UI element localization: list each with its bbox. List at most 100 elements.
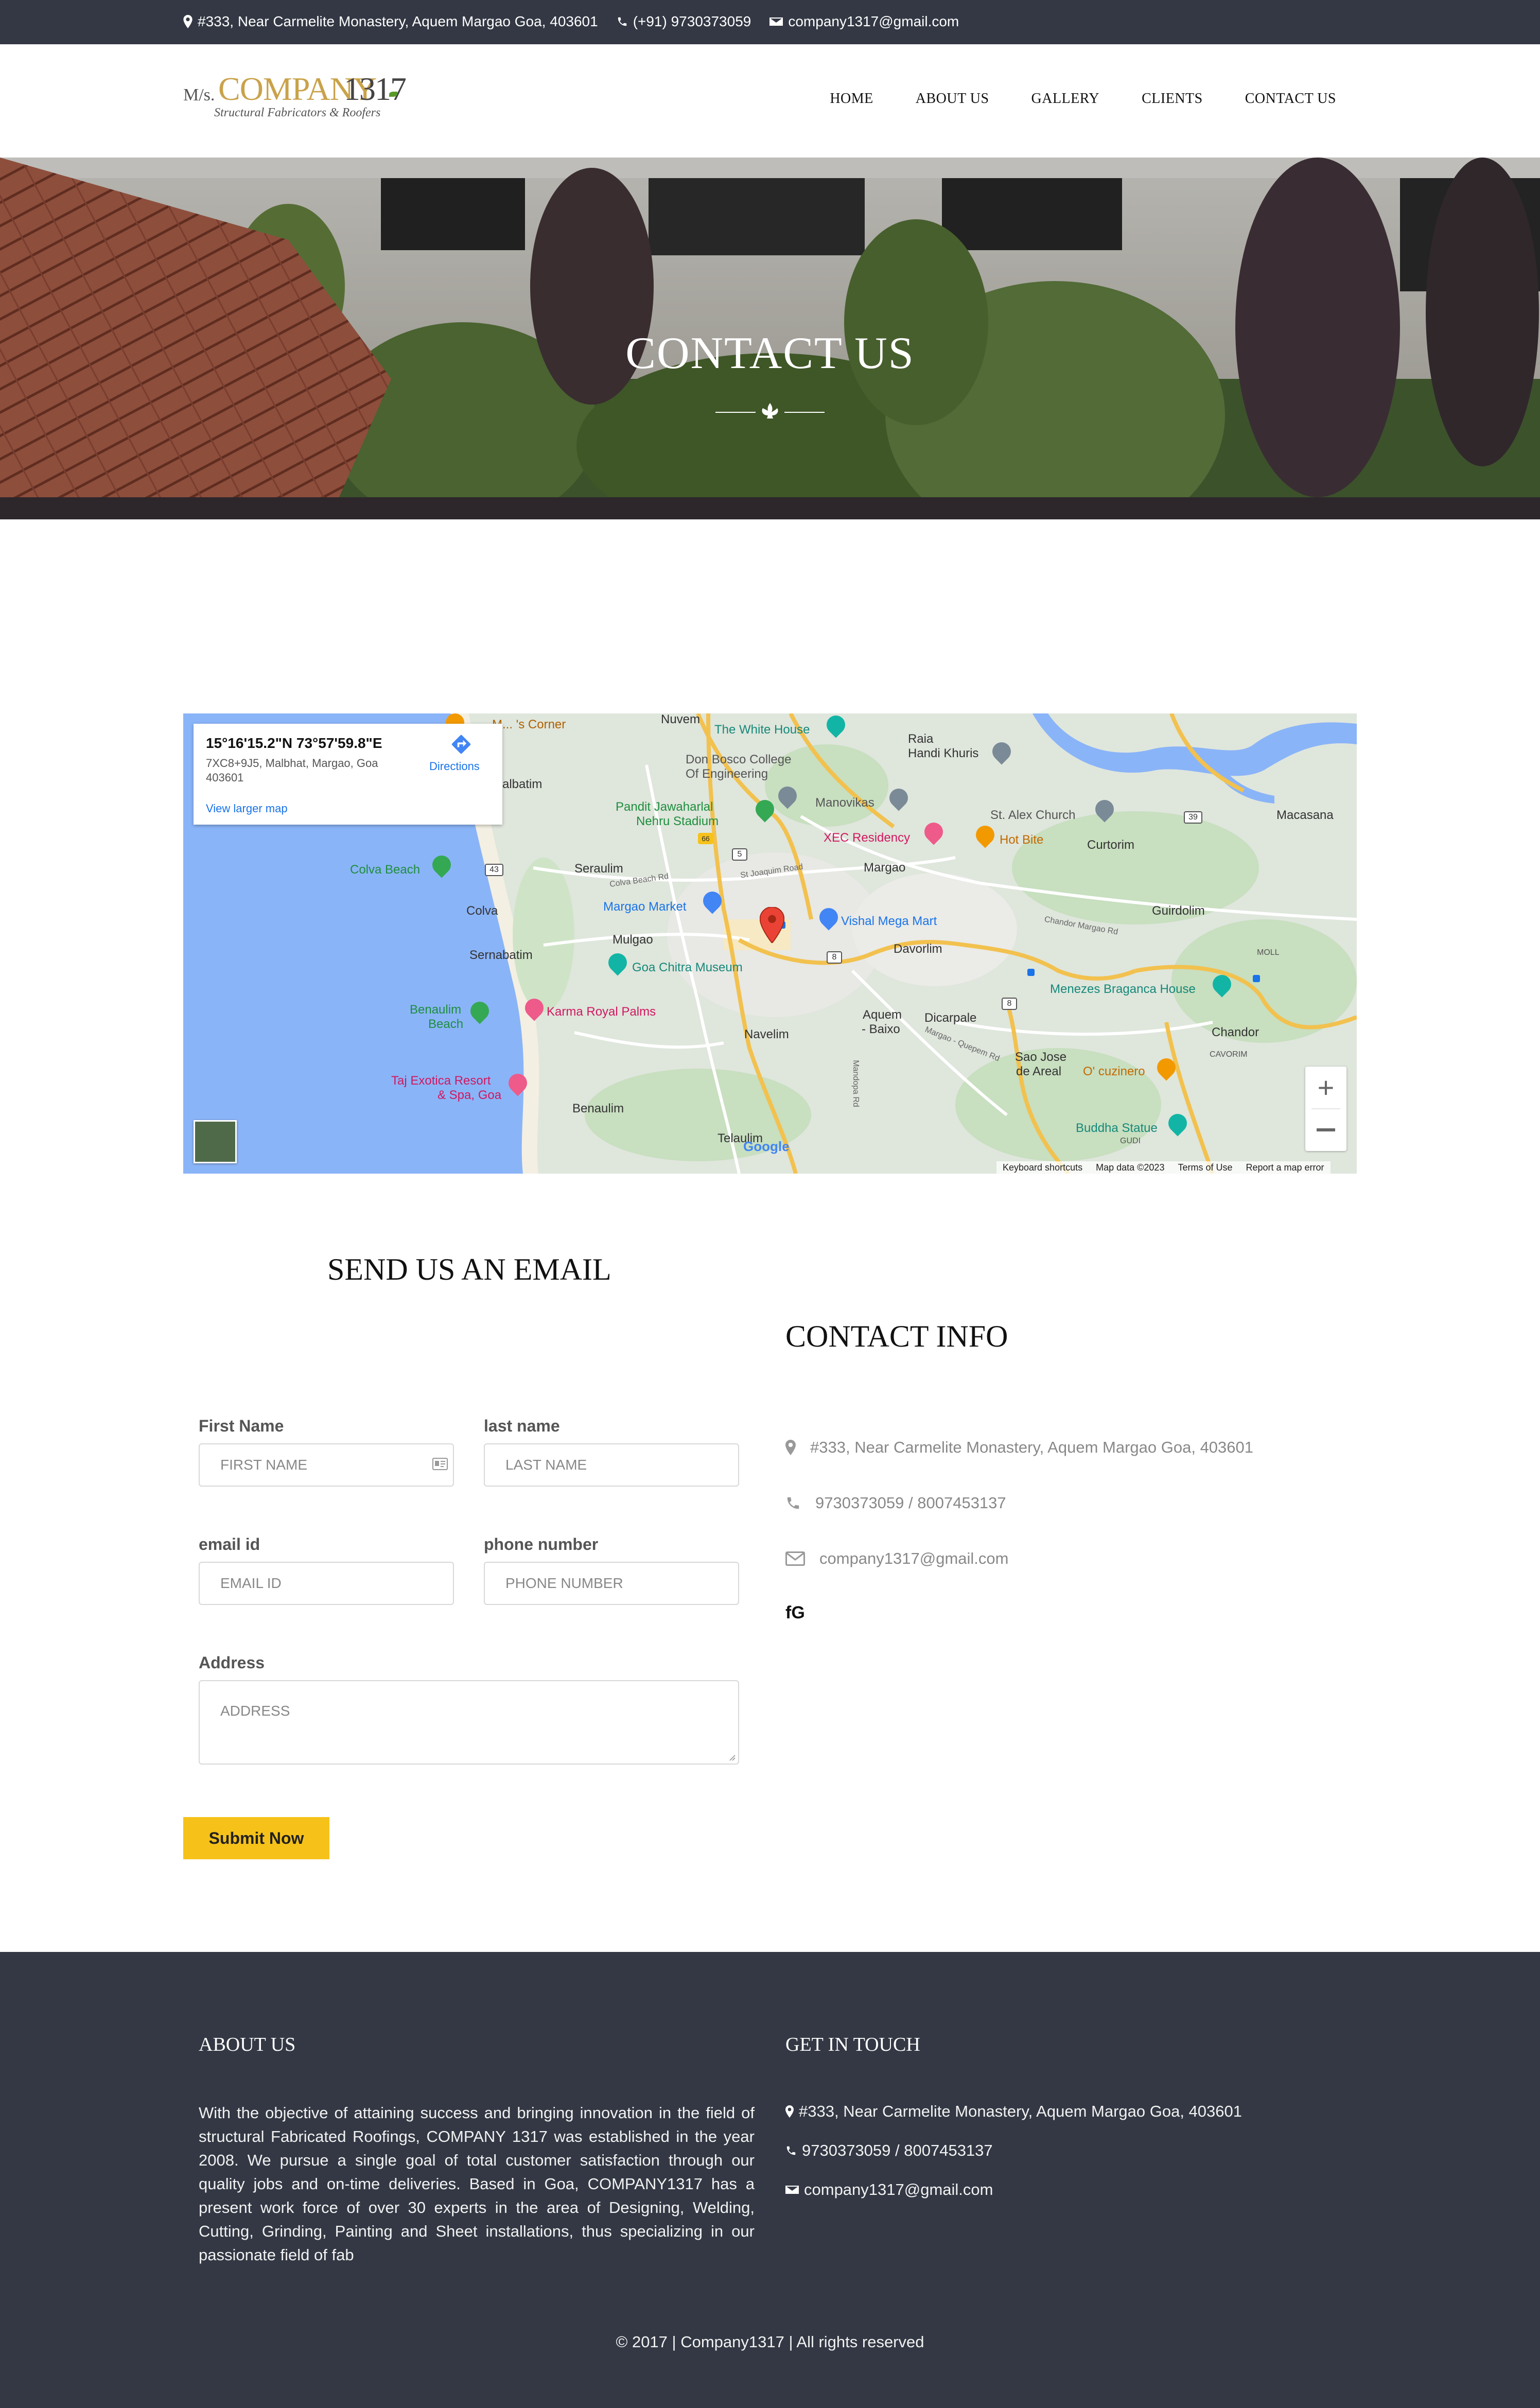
map-label: Sernabatim: [469, 948, 533, 962]
footer-touch-title: GET IN TOUCH: [785, 2034, 920, 2055]
contact-email-text: company1317@gmail.com: [819, 1549, 1009, 1567]
company-logo[interactable]: M/s. COMPANY 1317 Structural Fabricators…: [183, 70, 407, 127]
contact-phone[interactable]: 9730373059 / 8007453137: [785, 1494, 1006, 1512]
contact-email[interactable]: company1317@gmail.com: [785, 1549, 1008, 1568]
zoom-out-icon[interactable]: [1305, 1109, 1346, 1151]
map-label: Benaulim: [410, 1003, 462, 1017]
satellite-toggle[interactable]: [194, 1120, 237, 1163]
social-icons[interactable]: fG: [785, 1603, 805, 1623]
road-shield: 66: [698, 833, 713, 844]
map-label: CAVORIM: [1210, 1050, 1248, 1059]
map-label: Beach: [428, 1017, 464, 1031]
keyboard-shortcuts-link[interactable]: Keyboard shortcuts: [1003, 1162, 1082, 1173]
map-label: Davorlim: [894, 942, 942, 956]
topbar-address-text: #333, Near Carmelite Monastery, Aquem Ma…: [198, 13, 598, 29]
view-larger-map-link[interactable]: View larger map: [206, 802, 288, 815]
map-label: Mandopa Rd: [851, 1060, 860, 1107]
map-label: - Baixo: [862, 1022, 900, 1036]
logo-number: 1317: [344, 71, 407, 107]
footer-email[interactable]: company1317@gmail.com: [785, 2180, 993, 2199]
map-label: Handi Khuris: [908, 746, 979, 760]
map-label: Of Engineering: [686, 767, 768, 781]
map-label: M... 's Corner: [492, 718, 566, 731]
map-label: Goa Chitra Museum: [632, 961, 743, 974]
zoom-in-icon[interactable]: +: [1305, 1067, 1346, 1109]
phone-placeholder: PHONE NUMBER: [505, 1575, 623, 1591]
map-label: Guirdolim: [1152, 904, 1205, 918]
map-label: Mulgao: [612, 933, 653, 947]
hero-banner: CONTACT US: [0, 158, 1540, 519]
contact-phone-text: 9730373059 / 8007453137: [815, 1494, 1006, 1512]
email-field[interactable]: EMAIL ID: [199, 1562, 454, 1605]
map-label: Macasana: [1276, 808, 1334, 822]
footer-phone-text: 9730373059 / 8007453137: [802, 2141, 993, 2159]
road-shield: 5: [732, 848, 747, 861]
footer-phone[interactable]: 9730373059 / 8007453137: [785, 2141, 993, 2160]
map-label: Karma Royal Palms: [547, 1005, 656, 1019]
topbar-email[interactable]: company1317@gmail.com: [769, 13, 959, 30]
nav-clients[interactable]: CLIENTS: [1142, 91, 1203, 107]
map-coordinates: 15°16'15.2"N 73°57'59.8"E: [206, 735, 382, 751]
email-placeholder: EMAIL ID: [220, 1575, 282, 1591]
phone-field[interactable]: PHONE NUMBER: [484, 1562, 739, 1605]
map-data-text: Map data ©2023: [1096, 1162, 1165, 1173]
map-label: Manovikas: [815, 796, 874, 810]
map-label: GUDI: [1120, 1137, 1141, 1145]
terms-of-use-link[interactable]: Terms of Use: [1178, 1162, 1232, 1173]
map-label: Pandit Jawaharlal: [616, 800, 713, 814]
directions-link[interactable]: Directions: [429, 760, 480, 773]
nav-about-us[interactable]: ABOUT US: [916, 91, 989, 107]
map-label: Colva Beach: [350, 863, 421, 877]
leaf-icon: [389, 92, 397, 97]
footer-about-text: With the objective of attaining success …: [199, 2104, 755, 2264]
footer-about-title: ABOUT US: [199, 2034, 296, 2055]
map-label: Margao: [864, 861, 906, 875]
topbar-address: #333, Near Carmelite Monastery, Aquem Ma…: [183, 13, 598, 30]
resize-handle-icon[interactable]: [728, 1753, 736, 1761]
map-pin-icon[interactable]: [760, 907, 784, 943]
last-name-field[interactable]: LAST NAME: [484, 1443, 739, 1487]
directions-icon[interactable]: [450, 733, 472, 756]
map-marker-icon: [183, 15, 192, 28]
address-placeholder: ADDRESS: [220, 1703, 290, 1719]
road-shield: 8: [827, 951, 842, 964]
transit-icon: [1253, 975, 1260, 982]
google-map[interactable]: 66 5 43 39 8 8 Nuvem M... 's Corner The …: [183, 713, 1357, 1174]
address-textarea[interactable]: ADDRESS: [199, 1680, 739, 1765]
topbar-phone[interactable]: (+91) 9730373059: [617, 13, 751, 30]
road-shield: 8: [1002, 998, 1017, 1010]
map-label: Raia: [908, 732, 934, 746]
nav-gallery[interactable]: GALLERY: [1031, 91, 1100, 107]
nav-home[interactable]: HOME: [830, 91, 873, 107]
page-title: CONTACT US: [625, 328, 915, 378]
logo-tagline: Structural Fabricators & Roofers: [214, 106, 381, 119]
map-label: Buddha Statue: [1076, 1121, 1158, 1135]
report-map-error-link[interactable]: Report a map error: [1246, 1162, 1324, 1173]
phone-icon: [618, 17, 626, 26]
phone-icon: [787, 1497, 799, 1509]
map-label: Hot Bite: [1000, 833, 1044, 847]
main-nav: HOME ABOUT US GALLERY CLIENTS CONTACT US: [787, 91, 1336, 107]
first-name-field[interactable]: FIRST NAME: [199, 1443, 454, 1487]
last-name-placeholder: LAST NAME: [505, 1457, 587, 1473]
envelope-icon: [785, 2186, 799, 2194]
map-label: Don Bosco College: [686, 753, 792, 766]
map-label: Nehru Stadium: [636, 814, 719, 828]
email-label: email id: [199, 1535, 260, 1554]
nav-contact-us[interactable]: CONTACT US: [1245, 91, 1336, 107]
footer-email-text: company1317@gmail.com: [804, 2180, 993, 2198]
map-label: XEC Residency: [824, 831, 911, 845]
map-postcode: 403601: [206, 771, 244, 784]
map-label: Navelim: [744, 1027, 789, 1041]
map-attribution: Keyboard shortcuts Map data ©2023 Terms …: [996, 1161, 1331, 1174]
fleur-de-lis-icon: [715, 403, 825, 418]
first-name-placeholder: FIRST NAME: [220, 1457, 308, 1473]
map-label: Margao Market: [603, 900, 687, 914]
id-card-icon[interactable]: [432, 1458, 448, 1470]
submit-button[interactable]: Submit Now: [183, 1817, 329, 1859]
envelope-icon: [785, 1551, 805, 1566]
copyright-text: © 2017 | Company1317 | All rights reserv…: [616, 2333, 924, 2351]
contact-address: #333, Near Carmelite Monastery, Aquem Ma…: [785, 1438, 1253, 1457]
envelope-icon: [769, 18, 783, 26]
phone-icon: [786, 2146, 796, 2155]
